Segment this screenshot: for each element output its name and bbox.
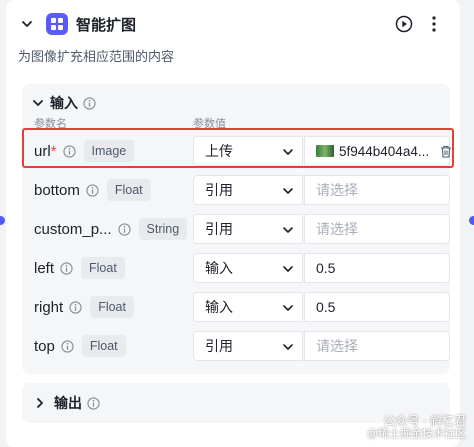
chevron-down-icon[interactable] <box>32 97 44 109</box>
info-icon[interactable] <box>61 339 74 353</box>
param-name: right Float <box>34 290 134 324</box>
info-icon[interactable] <box>60 261 73 275</box>
source-select-value: 引用 <box>205 221 233 237</box>
type-tag: Float <box>90 296 134 318</box>
chevron-down-icon <box>283 227 293 233</box>
param-name: left Float <box>34 251 125 285</box>
chevron-down-icon <box>283 344 293 350</box>
highlight-box <box>22 128 454 168</box>
reference-select[interactable]: 请选择 <box>304 331 450 361</box>
param-row-right: right Float 输入 0.5 <box>22 290 450 324</box>
chevron-down-icon <box>283 266 293 272</box>
source-select-value: 引用 <box>205 338 233 354</box>
watermark: 公众号 · 斜杠君 @稀土掘金技术社区 <box>367 415 466 441</box>
node-card: 智能扩图 为图像扩充相应范围的内容 输入 参数名 参数值 url * Image … <box>6 0 460 447</box>
type-tag: Float <box>106 179 151 201</box>
node-title: 智能扩图 <box>76 16 137 34</box>
param-row-custom-prompt: custom_p... String 引用 请选择 <box>22 212 450 246</box>
source-select-value: 输入 <box>205 260 233 276</box>
source-select[interactable]: 输入 <box>193 253 303 283</box>
run-icon[interactable] <box>392 12 416 36</box>
param-name-label: top <box>34 337 55 355</box>
input-section: 输入 参数名 参数值 url* Image 上传 5f944b404a4... <box>22 84 454 374</box>
param-name: custom_p... String <box>34 212 188 246</box>
node-description: 为图像扩充相应范围的内容 <box>18 49 175 64</box>
param-name-label: right <box>34 298 64 316</box>
param-name-label: left <box>34 259 55 277</box>
chevron-down-icon <box>283 305 293 311</box>
chevron-down-icon <box>283 188 293 194</box>
value-input-text: 0.5 <box>316 260 336 276</box>
chevron-down-icon[interactable] <box>16 13 38 35</box>
info-icon[interactable] <box>87 396 100 410</box>
reference-select[interactable]: 请选择 <box>304 175 450 205</box>
source-select[interactable]: 引用 <box>193 175 303 205</box>
info-icon[interactable] <box>117 222 131 236</box>
source-select[interactable]: 引用 <box>193 214 303 244</box>
node-type-icon <box>46 13 68 35</box>
right-connector-handle[interactable] <box>469 216 474 225</box>
reference-select-placeholder: 请选择 <box>316 221 358 237</box>
reference-select-placeholder: 请选择 <box>316 338 358 354</box>
param-name-label: bottom <box>34 181 80 199</box>
left-connector-handle[interactable] <box>0 216 5 225</box>
value-input-text: 0.5 <box>316 299 336 315</box>
param-row-left: left Float 输入 0.5 <box>22 251 450 285</box>
type-tag: String <box>138 218 188 240</box>
param-row-top: top Float 引用 请选择 <box>22 329 450 363</box>
watermark-line-2: @稀土掘金技术社区 <box>366 428 466 440</box>
reference-select-placeholder: 请选择 <box>316 182 358 198</box>
input-section-title: 输入 <box>50 95 78 111</box>
param-name-label: custom_p... <box>34 220 112 238</box>
info-icon[interactable] <box>86 183 99 197</box>
value-input[interactable]: 0.5 <box>304 292 450 322</box>
param-name: bottom Float <box>34 173 151 207</box>
source-select-value: 输入 <box>205 299 233 315</box>
info-icon[interactable] <box>69 300 82 314</box>
param-row-bottom: bottom Float 引用 请选择 <box>22 173 450 207</box>
watermark-line-1: 公众号 · 斜杠君 <box>383 414 466 428</box>
reference-select[interactable]: 请选择 <box>304 214 450 244</box>
type-tag: Float <box>81 335 126 357</box>
node-header: 智能扩图 <box>16 6 446 42</box>
chevron-right-icon[interactable] <box>34 397 46 409</box>
input-section-header[interactable]: 输入 <box>32 92 96 114</box>
source-select-value: 引用 <box>205 182 233 198</box>
param-name: top Float <box>34 329 126 363</box>
output-section-title: 输出 <box>54 395 82 411</box>
more-icon[interactable] <box>422 12 446 36</box>
info-icon[interactable] <box>83 96 96 110</box>
source-select[interactable]: 引用 <box>193 331 303 361</box>
source-select[interactable]: 输入 <box>193 292 303 322</box>
type-tag: Float <box>81 257 125 279</box>
value-input[interactable]: 0.5 <box>304 253 450 283</box>
